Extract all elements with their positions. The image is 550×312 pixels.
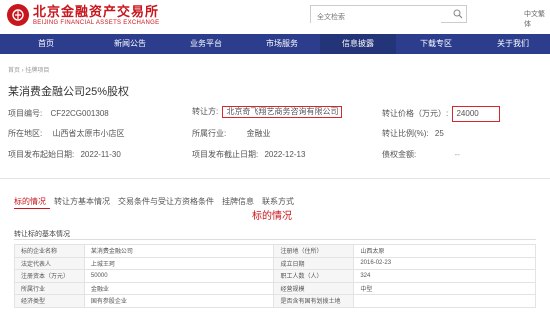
search-box: [310, 5, 467, 26]
main-nav: 首页 新闻公告 业务平台 市场服务 信息披露 下载专区 关于我们: [0, 34, 550, 54]
transfer-price: 转让价格（万元）: 24000: [382, 106, 501, 122]
page-title: 某消费金融公司25%股权: [8, 86, 130, 98]
search-icon[interactable]: [453, 9, 463, 19]
table-cell: 金融业: [83, 281, 275, 295]
detail-tabs: 标的情况 转让方基本情况 交易条件与受让方资格条件 挂牌信息 联系方式: [14, 196, 302, 207]
table-cell: 324: [353, 269, 536, 283]
table-row: 所属行业 金融业 经营规模 中型: [14, 281, 536, 295]
logo-emblem-icon: [7, 4, 29, 26]
table-cell: 职工人数（人）: [273, 269, 355, 283]
table-cell: 经营规模: [273, 281, 355, 295]
debt-amount-label: 债权金额:: [382, 150, 417, 159]
publish-end-value: 2022-12-13: [264, 150, 306, 159]
site-header: 北京金融资产交易所 BEIJING FINANCIAL ASSETS EXCHA…: [0, 0, 550, 34]
table-row: 注册资本（万元） 50000 职工人数（人） 324: [14, 269, 536, 283]
location: 所在地区: 山西省太原市小店区: [8, 128, 124, 139]
publish-end: 项目发布截止日期: 2022-12-13: [192, 149, 305, 160]
table-cell: 注册地（住所）: [273, 244, 355, 258]
breadcrumb[interactable]: 首页 › 挂牌项目: [8, 65, 49, 74]
industry-label: 所属行业:: [192, 129, 227, 138]
table-cell: 上城王珂: [83, 256, 275, 270]
section-title: 标的情况: [252, 211, 292, 222]
table-cell: 50000: [83, 269, 275, 283]
transfer-price-value: 24000: [452, 106, 501, 122]
active-tab-indicator: [14, 208, 50, 209]
table-cell: 山西太原: [353, 244, 536, 258]
divider: [0, 178, 550, 179]
transfer-ratio: 转让比例(%): 25: [382, 128, 444, 139]
tab-listing[interactable]: 挂牌信息: [222, 196, 254, 207]
table-row: 标的企业名称 某消费金融公司 注册地（住所） 山西太原: [14, 244, 536, 258]
nav-news[interactable]: 新闻公告: [92, 34, 168, 54]
table-cell: 某消费金融公司: [83, 244, 275, 258]
transferor: 转让方: 北京奇飞翔艺商务咨询有限公司: [192, 106, 343, 118]
logo[interactable]: 北京金融资产交易所 BEIJING FINANCIAL ASSETS EXCHA…: [7, 4, 159, 26]
table-cell: [353, 294, 536, 308]
tab-transferor[interactable]: 转让方基本情况: [54, 196, 110, 207]
publish-start-value: 2022-11-30: [80, 150, 121, 159]
industry-value: 金融业: [246, 129, 271, 138]
project-code-value: CF22CG001308: [50, 109, 109, 118]
tab-target[interactable]: 标的情况: [14, 196, 46, 207]
table-row: 法定代表人 上城王珂 成立日期 2016-02-23: [14, 256, 536, 270]
industry: 所属行业: 金融业: [192, 128, 270, 139]
table-row: 经济类型 国有参股企业 是否含有国有划拨土地: [14, 294, 536, 308]
location-value: 山西省太原市小店区: [52, 129, 125, 138]
subsection-title: 转让标的基本情况: [14, 231, 70, 238]
subsection-divider: [14, 239, 536, 240]
logo-subtitle: BEIJING FINANCIAL ASSETS EXCHANGE: [33, 19, 160, 26]
table-cell: 国有参股企业: [83, 294, 275, 308]
target-info-table: 标的企业名称 某消费金融公司 注册地（住所） 山西太原 法定代表人 上城王珂 成…: [14, 244, 536, 308]
nav-market-service[interactable]: 市场服务: [244, 34, 320, 54]
project-code: 项目编号: CF22CG001308: [8, 108, 109, 119]
transfer-ratio-label: 转让比例(%):: [382, 129, 429, 138]
transferor-label: 转让方:: [192, 107, 219, 116]
project-code-label: 项目编号:: [8, 109, 43, 118]
table-cell: 所属行业: [14, 281, 85, 295]
table-cell: 经济类型: [14, 294, 85, 308]
transfer-price-label: 转让价格（万元）:: [382, 109, 449, 118]
table-cell: 中型: [353, 281, 536, 295]
table-cell: 法定代表人: [14, 256, 85, 270]
table-cell: 2016-02-23: [353, 256, 536, 270]
language-switch[interactable]: 中文繁体: [524, 9, 550, 29]
search-input[interactable]: [311, 9, 441, 26]
logo-title: 北京金融资产交易所: [33, 3, 160, 19]
table-cell: 注册资本（万元）: [14, 269, 85, 283]
tab-contact[interactable]: 联系方式: [262, 196, 294, 207]
location-label: 所在地区:: [8, 129, 43, 138]
debt-amount: 债权金额: --: [382, 149, 460, 160]
tab-conditions[interactable]: 交易条件与受让方资格条件: [118, 196, 214, 207]
nav-downloads[interactable]: 下载专区: [396, 34, 476, 54]
table-cell: 是否含有国有划拨土地: [273, 294, 355, 308]
transferor-value: 北京奇飞翔艺商务咨询有限公司: [222, 106, 343, 118]
nav-about[interactable]: 关于我们: [476, 34, 550, 54]
publish-start-label: 项目发布起始日期:: [8, 150, 75, 159]
table-cell: 标的企业名称: [14, 244, 85, 258]
debt-amount-value: --: [454, 150, 460, 159]
table-cell: 成立日期: [273, 256, 355, 270]
nav-business-platform[interactable]: 业务平台: [168, 34, 244, 54]
nav-disclosure[interactable]: 信息披露: [320, 34, 396, 54]
nav-home[interactable]: 首页: [0, 34, 92, 54]
transfer-ratio-value: 25: [434, 129, 444, 138]
publish-start: 项目发布起始日期: 2022-11-30: [8, 149, 121, 160]
publish-end-label: 项目发布截止日期:: [192, 150, 259, 159]
